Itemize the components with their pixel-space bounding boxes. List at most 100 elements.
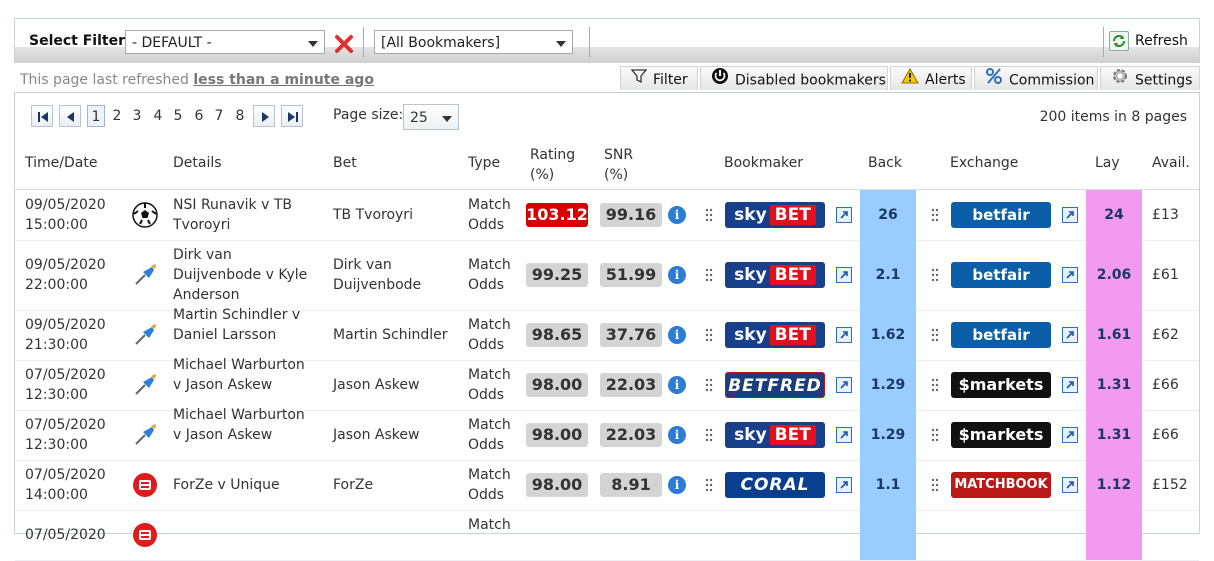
tab-settings[interactable]: Settings (1100, 66, 1200, 90)
filter-select[interactable]: - DEFAULT - (125, 30, 325, 54)
filter-bar: Select Filter: - DEFAULT - [All Bookmake… (14, 18, 1200, 63)
drag-handle-icon[interactable] (705, 208, 713, 222)
tab-disabled-bookmakers[interactable]: Disabled bookmakers (700, 66, 888, 90)
lay-odds[interactable]: 1.61 (1086, 310, 1142, 360)
first-page-icon (38, 112, 48, 122)
lay-odds[interactable]: 1.31 (1086, 410, 1142, 460)
lay-odds[interactable]: 24 (1086, 190, 1142, 240)
tab-filter[interactable]: Filter (620, 66, 698, 90)
lay-odds[interactable]: 2.06 (1086, 240, 1142, 310)
clear-filter-button[interactable] (333, 33, 355, 55)
back-odds[interactable]: 2.1 (860, 240, 916, 310)
drag-handle-icon[interactable] (705, 478, 713, 492)
column-header-bet[interactable]: Bet (333, 153, 357, 173)
rating-value: 98.00 (526, 473, 588, 497)
external-link-icon[interactable] (1062, 267, 1078, 283)
drag-handle-icon[interactable] (931, 208, 939, 222)
drag-handle-icon[interactable] (931, 428, 939, 442)
info-icon[interactable]: i (668, 266, 686, 284)
skybet-sky-text: sky (734, 265, 767, 285)
drag-handle-icon[interactable] (931, 378, 939, 392)
external-link-icon[interactable] (836, 207, 852, 223)
page-number[interactable]: 7 (210, 105, 228, 127)
refresh-status-age[interactable]: less than a minute ago (193, 72, 374, 88)
column-header-snr[interactable]: SNR (%) (604, 145, 654, 185)
page-number[interactable]: 5 (169, 105, 187, 127)
page-number[interactable]: 3 (128, 105, 146, 127)
close-icon (335, 35, 353, 53)
drag-handle-icon[interactable] (931, 268, 939, 282)
external-link-icon[interactable] (836, 377, 852, 393)
external-link-icon[interactable] (836, 327, 852, 343)
divider (1103, 27, 1104, 57)
column-header-type[interactable]: Type (468, 153, 500, 173)
column-header-avail[interactable]: Avail. (1152, 153, 1190, 173)
info-icon[interactable]: i (668, 476, 686, 494)
external-link-icon[interactable] (836, 427, 852, 443)
row-bet: ForZe (333, 477, 374, 493)
tab-commission[interactable]: Commission (974, 66, 1098, 90)
page-number[interactable]: 6 (190, 105, 208, 127)
bookmakers-select[interactable]: [All Bookmakers] (374, 30, 573, 54)
row-date-time: 09/05/2020 15:00:00 (25, 195, 135, 235)
tab-alerts[interactable]: Alerts (890, 66, 972, 90)
drag-handle-icon[interactable] (705, 268, 713, 282)
back-odds[interactable]: 1.29 (860, 360, 916, 410)
chevron-right-icon (262, 112, 269, 122)
snr-value: 37.76 (600, 323, 662, 347)
previous-page-button[interactable] (59, 105, 81, 127)
drag-handle-icon[interactable] (705, 328, 713, 342)
external-link-icon[interactable] (1062, 377, 1078, 393)
coral-logo-text: CORAL (740, 475, 810, 495)
page-number[interactable]: 1 (87, 105, 105, 127)
drag-handle-icon[interactable] (931, 328, 939, 342)
column-header-back[interactable]: Back (868, 153, 902, 173)
back-odds[interactable]: 1.62 (860, 310, 916, 360)
info-icon[interactable]: i (668, 326, 686, 344)
back-odds[interactable]: 1.1 (860, 460, 916, 510)
drag-handle-icon[interactable] (705, 378, 713, 392)
page-number[interactable]: 2 (108, 105, 126, 127)
external-link-icon[interactable] (1062, 427, 1078, 443)
matchbook-logo-text: MATCHBOOK (954, 477, 1048, 492)
external-link-icon[interactable] (1062, 327, 1078, 343)
next-page-button[interactable] (253, 105, 275, 127)
row-time: 22:00:00 (25, 277, 88, 293)
column-header-bookmaker[interactable]: Bookmaker (724, 153, 803, 173)
last-page-button[interactable] (281, 105, 303, 127)
column-header-details[interactable]: Details (173, 153, 222, 173)
page-number[interactable]: 8 (231, 105, 249, 127)
first-page-button[interactable] (31, 105, 53, 127)
external-link-icon[interactable] (836, 267, 852, 283)
skybet-sky-text: sky (734, 205, 767, 225)
page-size-select[interactable]: 25 (403, 104, 459, 130)
page-number[interactable]: 4 (149, 105, 167, 127)
info-icon[interactable]: i (668, 426, 686, 444)
row-type: Match Odds (468, 367, 511, 403)
row-date: 07/05/2020 (25, 467, 106, 483)
column-header-exchange[interactable]: Exchange (950, 153, 1018, 173)
info-icon[interactable]: i (668, 376, 686, 394)
lay-odds[interactable]: 1.12 (1086, 460, 1142, 510)
back-odds[interactable]: 26 (860, 190, 916, 240)
external-link-icon[interactable] (836, 477, 852, 493)
drag-handle-icon[interactable] (931, 478, 939, 492)
row-bet: TB Tvoroyri (333, 207, 413, 223)
row-available: £66 (1152, 427, 1179, 443)
back-odds[interactable]: 1.29 (860, 410, 916, 460)
external-link-icon[interactable] (1062, 477, 1078, 493)
external-link-icon[interactable] (1062, 207, 1078, 223)
column-header-rating[interactable]: Rating (%) (530, 145, 590, 185)
skybet-sky-text: sky (734, 325, 767, 345)
lay-odds[interactable]: 1.31 (1086, 360, 1142, 410)
snr-value: 51.99 (600, 263, 662, 287)
column-header-lay[interactable]: Lay (1095, 153, 1120, 173)
info-icon[interactable]: i (668, 206, 686, 224)
refresh-button[interactable]: Refresh (1109, 29, 1188, 53)
skybet-logo: sky BET (725, 422, 825, 448)
column-header-time[interactable]: Time/Date (25, 153, 97, 173)
smarkets-logo: $markets (951, 372, 1051, 398)
drag-handle-icon[interactable] (705, 428, 713, 442)
row-time: 14:00:00 (25, 487, 88, 503)
row-bet: Dirk van Duijvenbode (333, 257, 422, 293)
